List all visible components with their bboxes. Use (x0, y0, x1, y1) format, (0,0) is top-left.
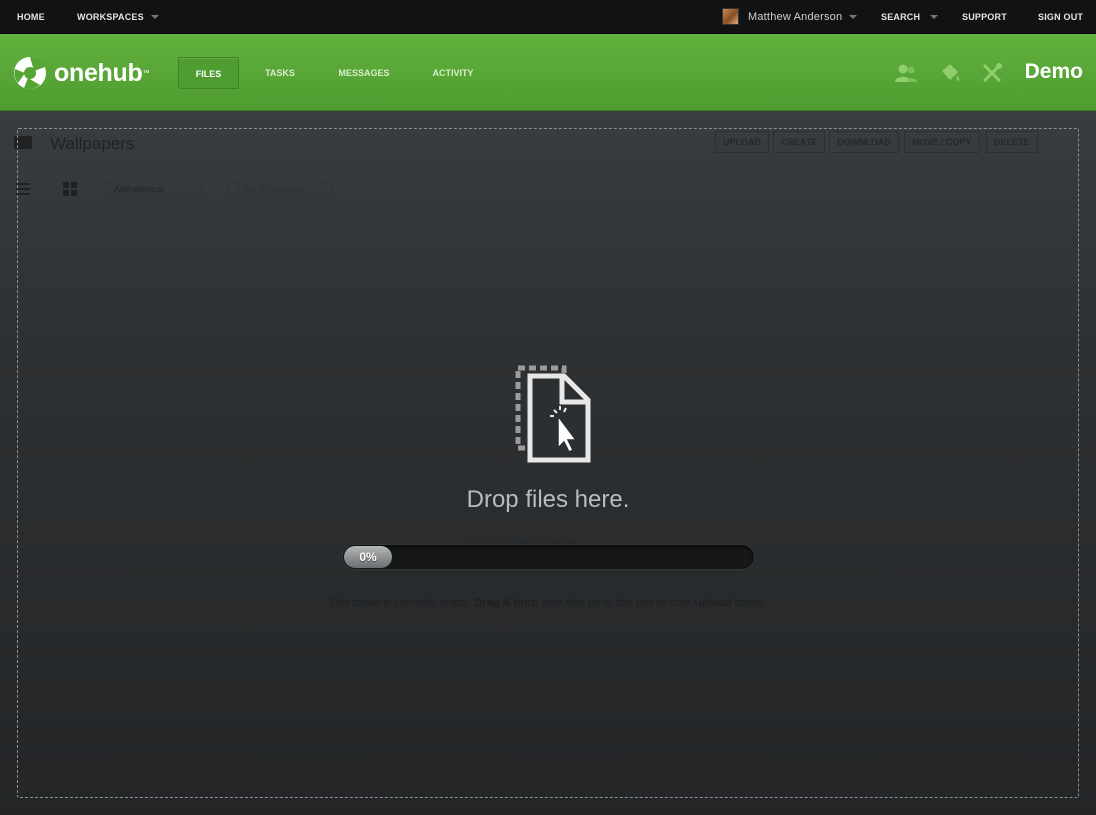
chevron-down-icon (930, 15, 939, 19)
chevron-down-icon (150, 15, 159, 19)
workspaces-menu[interactable]: WORKSPACES (77, 0, 159, 34)
logo-text: onehub (54, 58, 143, 87)
paint-bucket-icon[interactable] (938, 62, 962, 84)
logo-tm: ™ (142, 69, 150, 77)
upload-progress-bar: 0% (342, 544, 755, 570)
user-name: Matthew Anderson (748, 11, 843, 23)
tab-messages[interactable]: MESSAGES (326, 57, 402, 89)
onehub-logo[interactable]: onehub ™ (12, 55, 149, 91)
avatar[interactable] (722, 8, 739, 25)
user-menu[interactable]: Matthew Anderson (748, 0, 858, 34)
search-label: SEARCH (881, 12, 921, 22)
tab-files[interactable]: FILES (178, 57, 239, 89)
tab-activity[interactable]: ACTIVITY (420, 57, 486, 89)
tab-tasks[interactable]: TASKS (252, 57, 308, 89)
top-bar: HOME WORKSPACES Matthew Anderson SEARCH … (0, 0, 1096, 34)
main-header: onehub ™ FILES TASKS MESSAGES ACTIVITY De… (0, 34, 1096, 111)
file-drop-icon (515, 365, 591, 463)
support-link[interactable]: SUPPORT (962, 0, 1007, 34)
workspace-brand: Demo (1024, 60, 1083, 83)
progress-label: 0% (359, 550, 377, 564)
home-link[interactable]: HOME (17, 0, 45, 34)
chevron-down-icon (849, 15, 858, 19)
sign-out-link[interactable]: SIGN OUT (1038, 0, 1083, 34)
onehub-logo-icon (14, 56, 46, 89)
tools-icon[interactable] (980, 62, 1004, 84)
drop-files-text: Drop files here. (466, 486, 630, 513)
search-menu[interactable]: SEARCH (881, 0, 939, 34)
users-icon[interactable] (894, 62, 918, 84)
workspaces-label: WORKSPACES (77, 12, 144, 22)
